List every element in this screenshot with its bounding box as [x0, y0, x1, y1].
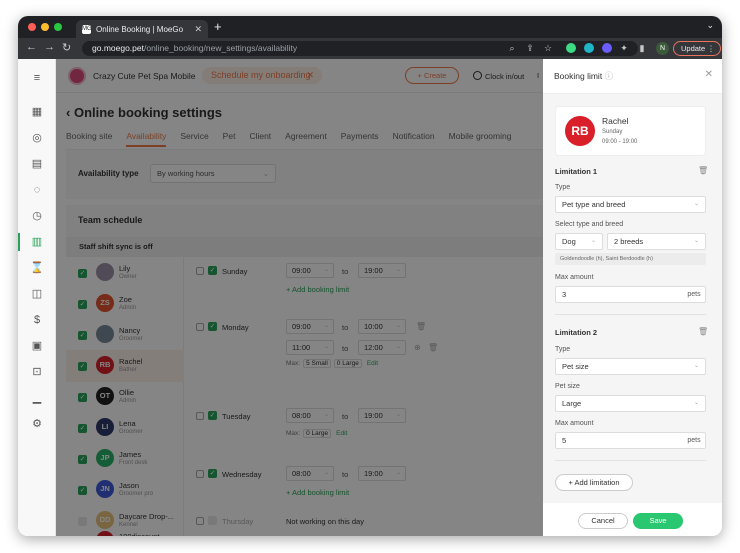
pet-type-select[interactable]: Dog ⌄: [555, 233, 603, 250]
type-label: Type: [555, 184, 571, 191]
active-nav-indicator: [18, 233, 20, 251]
address-bar-row: ← → ↻ go.moego.pet/online_booking/new_se…: [18, 38, 722, 59]
avatar: RB: [565, 116, 595, 146]
reports-chart-icon[interactable]: ▁: [30, 391, 44, 405]
limitation-1-title: Limitation 1: [555, 167, 598, 176]
new-tab-icon[interactable]: +: [214, 19, 222, 34]
staff-card-hours: 09:00 - 19:00: [602, 139, 638, 145]
limitation-2-title: Limitation 2: [555, 328, 598, 337]
limitation-1-type-select[interactable]: Pet type and breed ⌄: [555, 196, 706, 213]
close-tab-icon[interactable]: ✕: [194, 24, 202, 35]
booking-limit-panel: Booking limit ⓘ ✕ RB Rachel Sunday 09:00…: [543, 59, 722, 536]
update-button[interactable]: Update ⋮: [673, 41, 721, 56]
app-area: ≡ ▦ ◎ ▤ ◌ ◷ ▥ ⌛ ◫ $ ▣ ⊡ ▁ ⚙ Crazy Cute P…: [18, 59, 722, 536]
share-icon[interactable]: ⇪: [522, 40, 538, 56]
reload-icon[interactable]: ↻: [62, 41, 71, 54]
back-arrow-icon[interactable]: ←: [26, 41, 37, 53]
dollar-icon[interactable]: $: [30, 313, 44, 327]
url-host: go.moego.pet: [92, 43, 144, 53]
help-icon[interactable]: ⓘ: [605, 71, 614, 81]
unit-suffix: pets: [687, 437, 701, 444]
settings-gear-icon[interactable]: ⚙: [30, 417, 44, 431]
panel-body: RB Rachel Sunday 09:00 - 19:00 Limitatio…: [543, 93, 722, 503]
select-value: Pet type and breed: [562, 200, 626, 209]
left-nav-rail: ≡ ▦ ◎ ▤ ◌ ◷ ▥ ⌛ ◫ $ ▣ ⊡ ▁ ⚙: [18, 59, 56, 536]
tab-search-icon[interactable]: ⌄: [706, 20, 714, 31]
max-amount-label: Max amount: [555, 274, 594, 281]
panel-footer: Cancel Save: [543, 503, 722, 536]
online-booking-icon[interactable]: ▥: [30, 235, 44, 249]
cancel-button[interactable]: Cancel: [578, 513, 628, 529]
chevron-down-icon: ⌄: [590, 238, 596, 244]
extensions-puzzle-icon[interactable]: ✦: [616, 40, 632, 56]
breed-select[interactable]: 2 breeds ⌄: [607, 233, 706, 250]
limitation-2-type-select[interactable]: Pet size ⌄: [555, 358, 706, 375]
tag-icon[interactable]: ◫: [30, 287, 44, 301]
inbox-icon[interactable]: ⊡: [30, 365, 44, 379]
minimize-window-button[interactable]: [41, 23, 49, 31]
url-path: /online_booking/new_settings/availabilit…: [143, 43, 298, 53]
close-icon[interactable]: ✕: [705, 69, 713, 80]
hourglass-icon[interactable]: ⌛: [30, 261, 44, 275]
panel-title-text: Booking limit: [554, 71, 603, 81]
calendar-icon[interactable]: ▦: [30, 105, 44, 119]
update-label: Update: [681, 44, 706, 53]
staff-card-day: Sunday: [602, 129, 623, 135]
staff-card-name: Rachel: [602, 116, 629, 126]
tab-bar: MG Online Booking | MoeGo ✕ + ⌄: [18, 16, 722, 38]
chevron-down-icon: ⌄: [693, 201, 699, 207]
close-window-button[interactable]: [28, 23, 36, 31]
divider: [555, 460, 706, 461]
divider: [555, 314, 706, 315]
delete-limitation-2-icon[interactable]: 🗑: [698, 327, 708, 336]
bookmark-star-icon[interactable]: ☆: [540, 40, 556, 56]
chevron-down-icon: ⌄: [693, 238, 699, 244]
zoom-icon[interactable]: ⌕: [504, 40, 520, 56]
extension-green-icon[interactable]: [566, 43, 576, 53]
pet-size-select[interactable]: Large ⌄: [555, 395, 706, 412]
pet-size-label: Pet size: [555, 383, 580, 390]
delete-limitation-1-icon[interactable]: 🗑: [698, 166, 708, 175]
input-value: 3: [562, 290, 567, 299]
chevron-down-icon: ⌄: [693, 400, 699, 406]
select-value: Pet size: [562, 362, 589, 371]
type-label: Type: [555, 346, 571, 353]
chat-icon[interactable]: ◌: [30, 183, 44, 197]
add-limitation-button[interactable]: + Add limitation: [555, 474, 633, 491]
unit-suffix: pets: [687, 291, 701, 298]
select-value: 2 breeds: [614, 237, 644, 246]
store-icon[interactable]: ▣: [30, 339, 44, 353]
clipboard-icon[interactable]: ▤: [30, 157, 44, 171]
menu-toggle-icon[interactable]: ≡: [30, 71, 44, 85]
select-value: Dog: [562, 237, 576, 246]
moego-favicon-icon: MG: [82, 24, 92, 34]
profile-avatar[interactable]: N: [656, 42, 669, 55]
input-value: 5: [562, 436, 567, 445]
alarm-icon[interactable]: ◷: [30, 209, 44, 223]
sidebar-panel-icon[interactable]: ▮: [634, 40, 650, 56]
maximize-window-button[interactable]: [54, 23, 62, 31]
max-amount-label: Max amount: [555, 420, 594, 427]
breed-tags: Goldendoodle (h), Saint Berdoodle (h): [555, 253, 706, 265]
browser-window: MG Online Booking | MoeGo ✕ + ⌄ ← → ↻ go…: [18, 16, 722, 536]
select-value: Large: [562, 399, 582, 408]
save-button[interactable]: Save: [633, 513, 683, 529]
browser-tab[interactable]: MG Online Booking | MoeGo ✕: [76, 20, 208, 38]
select-type-breed-label: Select type and breed: [555, 221, 624, 228]
forward-arrow-icon[interactable]: →: [44, 41, 55, 53]
panel-title: Booking limit ⓘ: [554, 70, 613, 82]
staff-card: RB Rachel Sunday 09:00 - 19:00: [555, 106, 706, 156]
max-amount-input-2[interactable]: 5 pets: [555, 432, 706, 449]
tab-title: Online Booking | MoeGo: [96, 24, 184, 34]
chevron-down-icon: ⌄: [693, 363, 699, 369]
max-amount-input-1[interactable]: 3 pets: [555, 286, 706, 303]
modal-overlay[interactable]: [56, 59, 543, 536]
extension-purple-icon[interactable]: [602, 43, 612, 53]
extension-teal-icon[interactable]: [584, 43, 594, 53]
pet-icon[interactable]: ◎: [30, 131, 44, 145]
